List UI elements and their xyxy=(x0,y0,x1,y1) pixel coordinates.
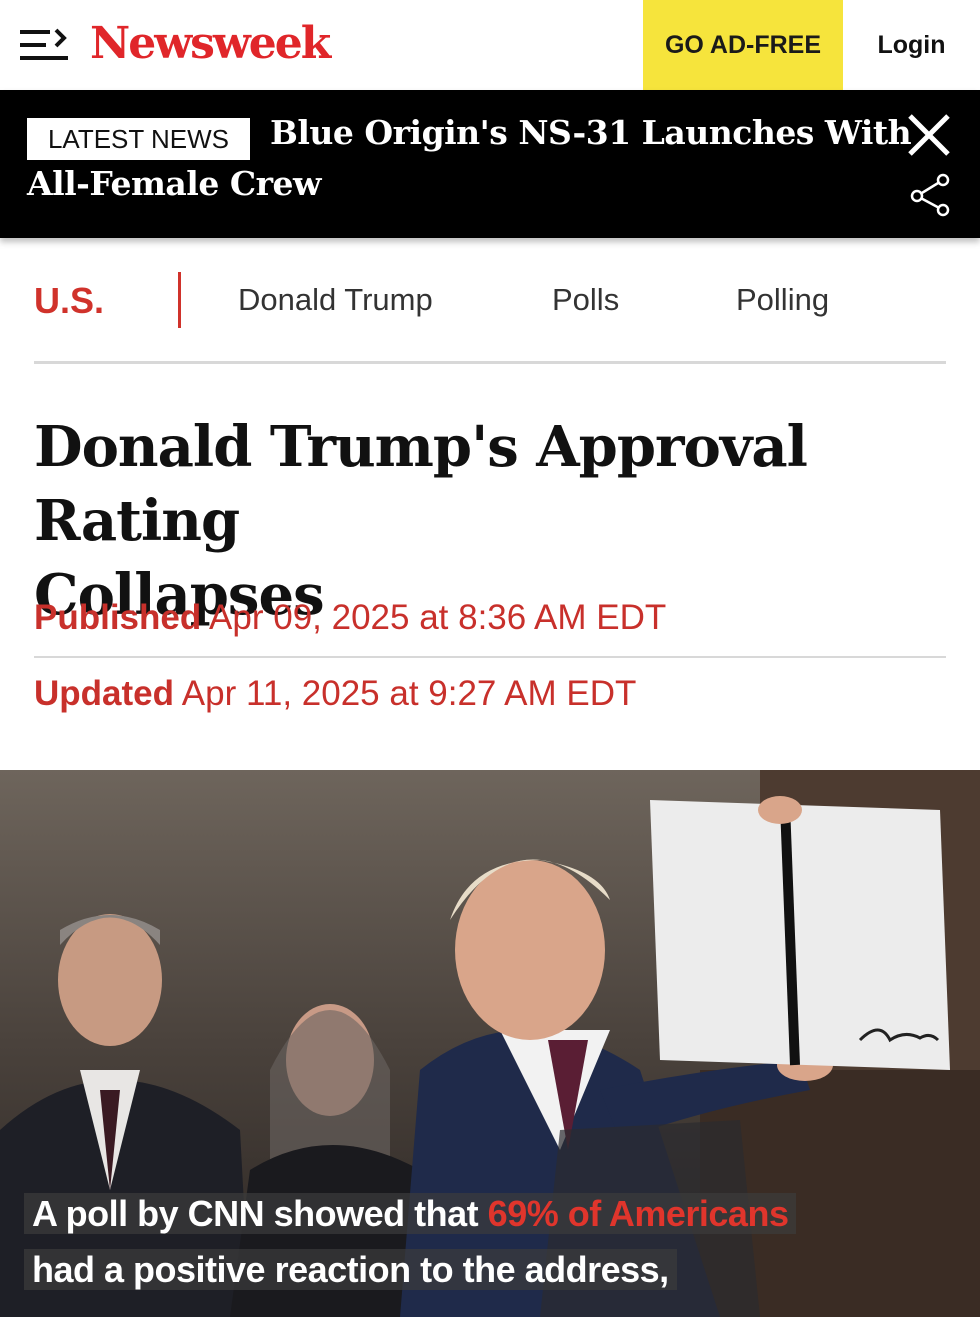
nav-tag-polling[interactable]: Polling xyxy=(736,282,829,318)
image-caption: A poll by CNN showed that 69% of America… xyxy=(24,1186,797,1298)
nav-section-us[interactable]: U.S. xyxy=(34,280,104,322)
divider xyxy=(34,656,946,658)
go-ad-free-button[interactable]: GO AD-FREE xyxy=(643,0,843,90)
published-value: Apr 09, 2025 at 8:36 AM EDT xyxy=(209,598,667,637)
close-icon[interactable] xyxy=(906,112,952,158)
caption-line2: had a positive reaction to the address, xyxy=(24,1249,677,1290)
newsweek-logo[interactable]: Newsweek xyxy=(90,18,331,69)
nav-tag-polls[interactable]: Polls xyxy=(552,282,619,318)
updated-date: Updated Apr 11, 2025 at 9:27 AM EDT xyxy=(34,674,636,714)
published-date: Published Apr 09, 2025 at 8:36 AM EDT xyxy=(34,598,666,638)
login-button[interactable]: Login xyxy=(843,0,980,90)
hamburger-arrow-icon[interactable] xyxy=(20,28,70,62)
published-label: Published xyxy=(34,598,202,637)
updated-value: Apr 11, 2025 at 9:27 AM EDT xyxy=(181,674,637,713)
caption-text: A poll by CNN showed that xyxy=(32,1193,488,1234)
share-icon[interactable] xyxy=(909,172,951,218)
section-nav: U.S. Donald Trump Polls Polling xyxy=(34,272,946,328)
caption-highlight: 69% of Americans xyxy=(487,1193,789,1234)
latest-news-badge: LATEST NEWS xyxy=(27,118,250,160)
banner-headline-line2[interactable]: All-Female Crew xyxy=(27,164,321,203)
banner-headline-line1[interactable]: Blue Origin's NS-31 Launches With xyxy=(270,113,912,152)
article-title-line1: Donald Trump's Approval Rating xyxy=(34,414,808,554)
nav-tag-donald-trump[interactable]: Donald Trump xyxy=(238,282,433,318)
updated-label: Updated xyxy=(34,674,174,713)
nav-divider xyxy=(178,272,181,328)
divider xyxy=(34,361,946,364)
hero-image[interactable]: A poll by CNN showed that 69% of America… xyxy=(0,770,980,1317)
site-header: Newsweek GO AD-FREE Login xyxy=(0,0,980,90)
